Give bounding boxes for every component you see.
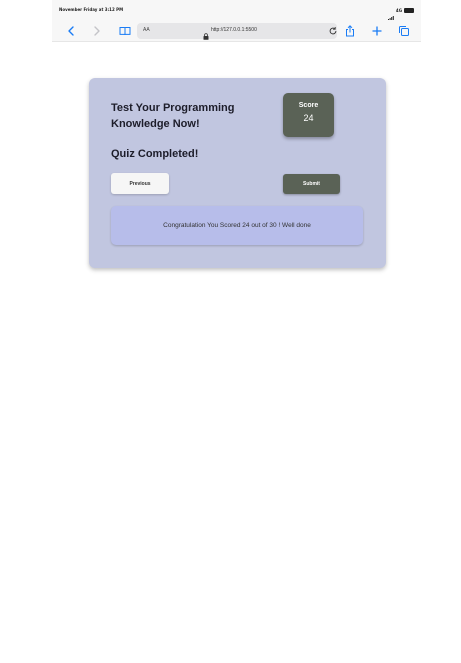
- quiz-card: Test Your Programming Knowledge Now! Sco…: [89, 78, 386, 268]
- quiz-status: Quiz Completed!: [111, 148, 199, 160]
- status-indicators: 4G: [387, 7, 414, 21]
- status-bar: November Friday at 3:12 PM 4G: [52, 0, 421, 21]
- device-screen: November Friday at 3:12 PM 4G AA http://…: [52, 0, 421, 663]
- result-message-box: Congratulation You Scored 24 out of 30 !…: [111, 206, 363, 245]
- status-time: November Friday at 3:12 PM: [59, 7, 124, 12]
- network-label: 4G: [395, 7, 402, 13]
- share-icon[interactable]: [342, 23, 358, 39]
- submit-button[interactable]: Submit: [283, 174, 340, 194]
- tabs-icon[interactable]: [396, 23, 412, 39]
- previous-button[interactable]: Previous: [111, 173, 169, 194]
- url-text: http://127.0.0.1:5500: [211, 27, 257, 33]
- result-message: Congratulation You Scored 24 out of 30 !…: [163, 222, 311, 229]
- score-label: Score: [298, 102, 319, 109]
- back-icon[interactable]: [63, 23, 79, 39]
- signal-icon: [387, 8, 394, 21]
- browser-toolbar: AA http://127.0.0.1:5500: [52, 20, 421, 42]
- book-icon[interactable]: [117, 23, 133, 39]
- plus-icon[interactable]: [369, 23, 385, 39]
- quiz-title: Test Your Programming Knowledge Now!: [111, 102, 235, 130]
- forward-icon[interactable]: [89, 23, 105, 39]
- reload-icon[interactable]: [327, 25, 339, 37]
- text-size-button[interactable]: AA: [143, 27, 150, 33]
- score-value: 24: [303, 113, 314, 123]
- address-bar[interactable]: AA http://127.0.0.1:5500: [137, 23, 339, 40]
- score-box: Score 24: [283, 93, 334, 137]
- lock-icon: [203, 27, 209, 40]
- battery-icon: [404, 7, 414, 13]
